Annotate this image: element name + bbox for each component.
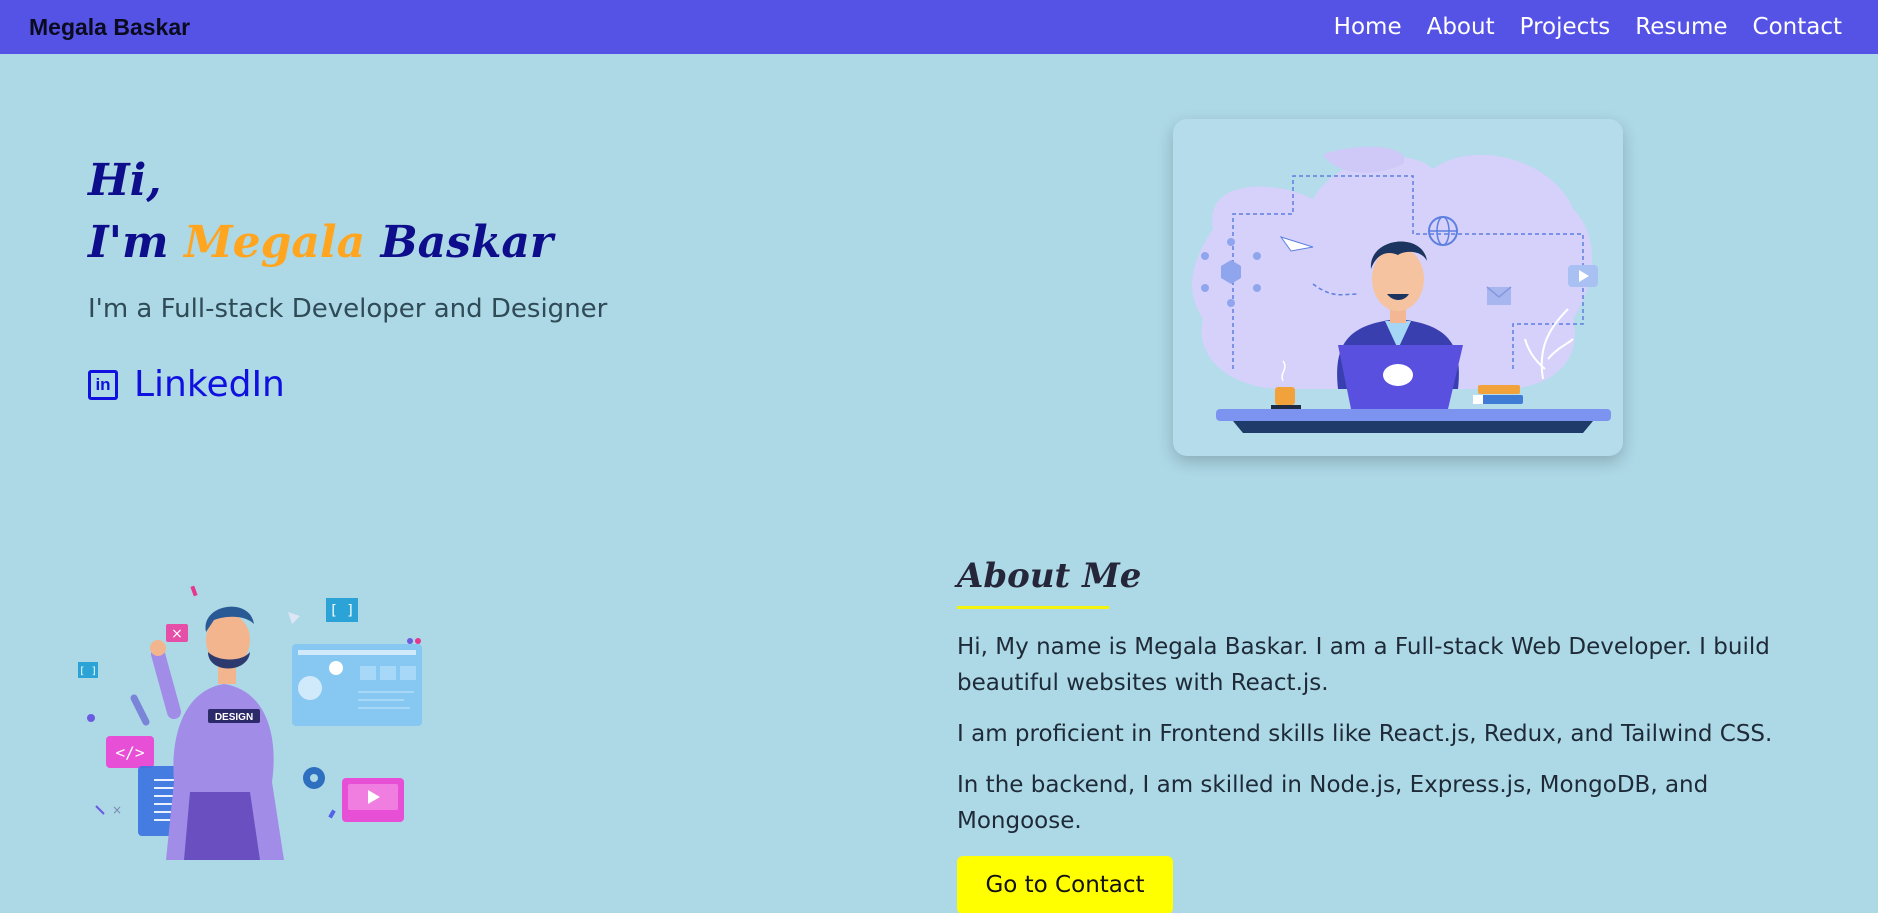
hero-intro-prefix: I'm	[88, 217, 169, 268]
developer-at-laptop-illustration	[1192, 146, 1611, 433]
hero-last-name: Baskar	[380, 217, 554, 268]
svg-text:[ ]: [ ]	[329, 603, 354, 619]
hero-greeting: Hi,	[88, 155, 162, 206]
navbar: Megala Baskar Home About Projects Resume…	[0, 0, 1878, 54]
svg-text:×: ×	[171, 626, 183, 642]
svg-text:[ ]: [ ]	[79, 666, 97, 677]
linkedin-label: LinkedIn	[134, 364, 285, 405]
nav-link-contact[interactable]: Contact	[1753, 14, 1842, 40]
about-title: About Me	[957, 556, 1142, 596]
nav-link-home[interactable]: Home	[1334, 14, 1402, 40]
go-to-contact-button[interactable]: Go to Contact	[957, 856, 1173, 913]
hero-illustration-card	[1173, 119, 1623, 456]
about-title-underline	[957, 606, 1109, 609]
svg-text:DESIGN: DESIGN	[215, 712, 253, 723]
hero-subtitle: I'm a Full-stack Developer and Designer	[88, 294, 608, 324]
linkedin-icon: in	[88, 369, 118, 400]
designer-with-ui-panels-illustration: × [ ] [ ] </> DESIGN ×	[78, 585, 422, 860]
about-paragraph-2: I am proficient in Frontend skills like …	[957, 721, 1773, 747]
brand-name[interactable]: Megala Baskar	[29, 14, 190, 41]
hero-first-name: Megala	[183, 217, 366, 268]
nav-links: Home About Projects Resume Contact	[1334, 14, 1842, 40]
hero-section: Hi, I'm Megala Baskar I'm a Full-stack D…	[88, 150, 607, 405]
nav-link-resume[interactable]: Resume	[1635, 14, 1727, 40]
about-illustration: × [ ] [ ] </> DESIGN ×	[74, 582, 434, 860]
hero-name-line: I'm Megala Baskar	[88, 212, 607, 274]
about-paragraph-1: Hi, My name is Megala Baskar. I am a Ful…	[957, 634, 1770, 696]
about-paragraph-3: In the backend, I am skilled in Node.js,…	[957, 772, 1709, 834]
nav-link-about[interactable]: About	[1427, 14, 1495, 40]
nav-link-projects[interactable]: Projects	[1520, 14, 1611, 40]
svg-text:</>: </>	[116, 743, 145, 762]
about-section: About Me Hi, My name is Megala Baskar. I…	[957, 556, 1837, 913]
svg-text:×: ×	[112, 803, 122, 817]
linkedin-link[interactable]: in LinkedIn	[88, 364, 607, 405]
